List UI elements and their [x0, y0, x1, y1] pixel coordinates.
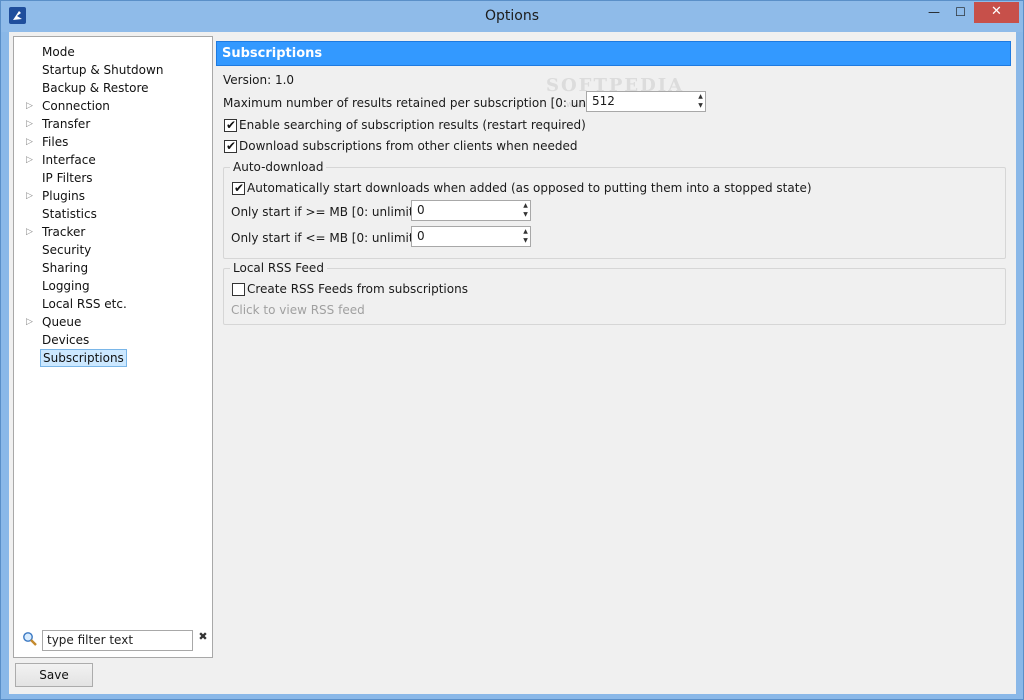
subscriptions-page: Subscriptions SOFTPEDIA www.softpedia.co…: [216, 40, 1012, 650]
tree-item[interactable]: Mode: [14, 43, 212, 61]
minimize-button[interactable]: —: [921, 2, 947, 23]
tree-item-label: Plugins: [42, 189, 85, 203]
expand-arrow-icon[interactable]: ▷: [26, 187, 36, 205]
clear-filter-icon[interactable]: ✖: [197, 631, 209, 643]
options-window: Options — ☐ ✕ type filter text ✖ Mode Sta…: [0, 0, 1024, 700]
tree-item[interactable]: IP Filters: [14, 169, 212, 187]
expand-arrow-icon[interactable]: ▷: [26, 97, 36, 115]
tree-item-label: IP Filters: [42, 171, 93, 185]
dialog-client-area: type filter text ✖ Mode Startup & Shutdow…: [9, 32, 1016, 694]
tree-item-label: Security: [42, 243, 92, 257]
download-other-label: Download subscriptions from other client…: [239, 139, 578, 153]
checkmark-icon: ✔: [226, 139, 237, 153]
tree-item[interactable]: ▷ Transfer: [14, 115, 212, 133]
min-size-label: Only start if >= MB [0: unlimited]: [231, 205, 434, 219]
spinner-up-icon[interactable]: ▲: [697, 93, 704, 101]
tree-item-label: Files: [42, 135, 69, 149]
tree-item-label: Transfer: [42, 117, 91, 131]
enable-search-checkbox[interactable]: ✔: [224, 118, 237, 132]
window-title: Options: [484, 8, 540, 24]
auto-download-title: Auto-download: [230, 160, 327, 174]
tree-item-label: Devices: [42, 333, 90, 347]
max-size-value: 0: [417, 229, 425, 243]
expand-arrow-icon[interactable]: ▷: [26, 313, 36, 331]
download-other-checkbox[interactable]: ✔: [224, 139, 237, 153]
page-title: Subscriptions: [216, 41, 1011, 66]
tree-item[interactable]: ▷ Connection: [14, 97, 212, 115]
checkmark-icon: ✔: [234, 181, 245, 195]
tree-item-label: Sharing: [42, 261, 89, 275]
tree-item-label: Backup & Restore: [42, 81, 149, 95]
save-button[interactable]: Save: [15, 663, 93, 687]
tree-item-label: Logging: [42, 279, 90, 293]
tree-item[interactable]: ▷ Files: [14, 133, 212, 151]
view-rss-link[interactable]: Click to view RSS feed: [231, 303, 365, 317]
close-button[interactable]: ✕: [974, 2, 1019, 23]
checkmark-icon: ✔: [226, 118, 237, 132]
create-rss-label: Create RSS Feeds from subscriptions: [247, 282, 468, 296]
tree-item[interactable]: Security: [14, 241, 212, 259]
search-icon: [22, 631, 38, 647]
tree-item[interactable]: Startup & Shutdown: [14, 61, 212, 79]
rss-feed-group: Local RSS Feed Create RSS Feeds from sub…: [223, 261, 1006, 325]
max-size-label: Only start if <= MB [0: unlimited]: [231, 231, 434, 245]
title-bar[interactable]: Options — ☐ ✕: [1, 1, 1023, 32]
tree-item[interactable]: ▷ Plugins: [14, 187, 212, 205]
tree-item[interactable]: ▷ Tracker: [14, 223, 212, 241]
options-tree: type filter text ✖ Mode Startup & Shutdow…: [13, 36, 213, 658]
tree-item-label: Connection: [42, 99, 110, 113]
tree-item-label: Subscriptions: [40, 349, 127, 367]
auto-download-group: Auto-download ✔ Automatically start down…: [223, 160, 1006, 259]
auto-start-checkbox[interactable]: ✔: [232, 181, 245, 195]
spinner-down-icon[interactable]: ▼: [522, 237, 529, 245]
version-label: Version: 1.0: [223, 73, 295, 87]
tree-item-label: Statistics: [42, 207, 97, 221]
tree-item[interactable]: ▷ Interface: [14, 151, 212, 169]
expand-arrow-icon[interactable]: ▷: [26, 133, 36, 151]
tree-item-label: Queue: [42, 315, 82, 329]
filter-input[interactable]: type filter text: [42, 630, 193, 651]
expand-arrow-icon[interactable]: ▷: [26, 151, 36, 169]
enable-search-label: Enable searching of subscription results…: [239, 118, 586, 132]
tree-item[interactable]: Statistics: [14, 205, 212, 223]
min-size-spinner[interactable]: 0 ▲ ▼: [411, 200, 531, 221]
tree-item-label: Startup & Shutdown: [42, 63, 164, 77]
tree-item[interactable]: Subscriptions: [14, 349, 212, 367]
expand-arrow-icon[interactable]: ▷: [26, 115, 36, 133]
tree-item-label: Local RSS etc.: [42, 297, 127, 311]
maximize-button[interactable]: ☐: [947, 2, 974, 23]
tree-item[interactable]: Devices: [14, 331, 212, 349]
spinner-down-icon[interactable]: ▼: [522, 211, 529, 219]
max-size-spinner[interactable]: 0 ▲ ▼: [411, 226, 531, 247]
tree-item[interactable]: Local RSS etc.: [14, 295, 212, 313]
max-results-value: 512: [592, 94, 615, 108]
create-rss-checkbox[interactable]: [232, 283, 245, 296]
min-size-value: 0: [417, 203, 425, 217]
tree-item-label: Interface: [42, 153, 96, 167]
rss-feed-title: Local RSS Feed: [230, 261, 327, 275]
tree-item[interactable]: Backup & Restore: [14, 79, 212, 97]
tree-item-label: Tracker: [42, 225, 86, 239]
spinner-up-icon[interactable]: ▲: [522, 228, 529, 236]
tree-item[interactable]: Sharing: [14, 259, 212, 277]
spinner-down-icon[interactable]: ▼: [697, 102, 704, 110]
max-results-spinner[interactable]: 512 ▲ ▼: [586, 91, 706, 112]
tree-item-label: Mode: [42, 45, 75, 59]
tree-item[interactable]: ▷ Queue: [14, 313, 212, 331]
expand-arrow-icon[interactable]: ▷: [26, 223, 36, 241]
tree-item[interactable]: Logging: [14, 277, 212, 295]
auto-start-label: Automatically start downloads when added…: [247, 181, 812, 195]
max-results-label: Maximum number of results retained per s…: [223, 96, 633, 110]
spinner-up-icon[interactable]: ▲: [522, 202, 529, 210]
